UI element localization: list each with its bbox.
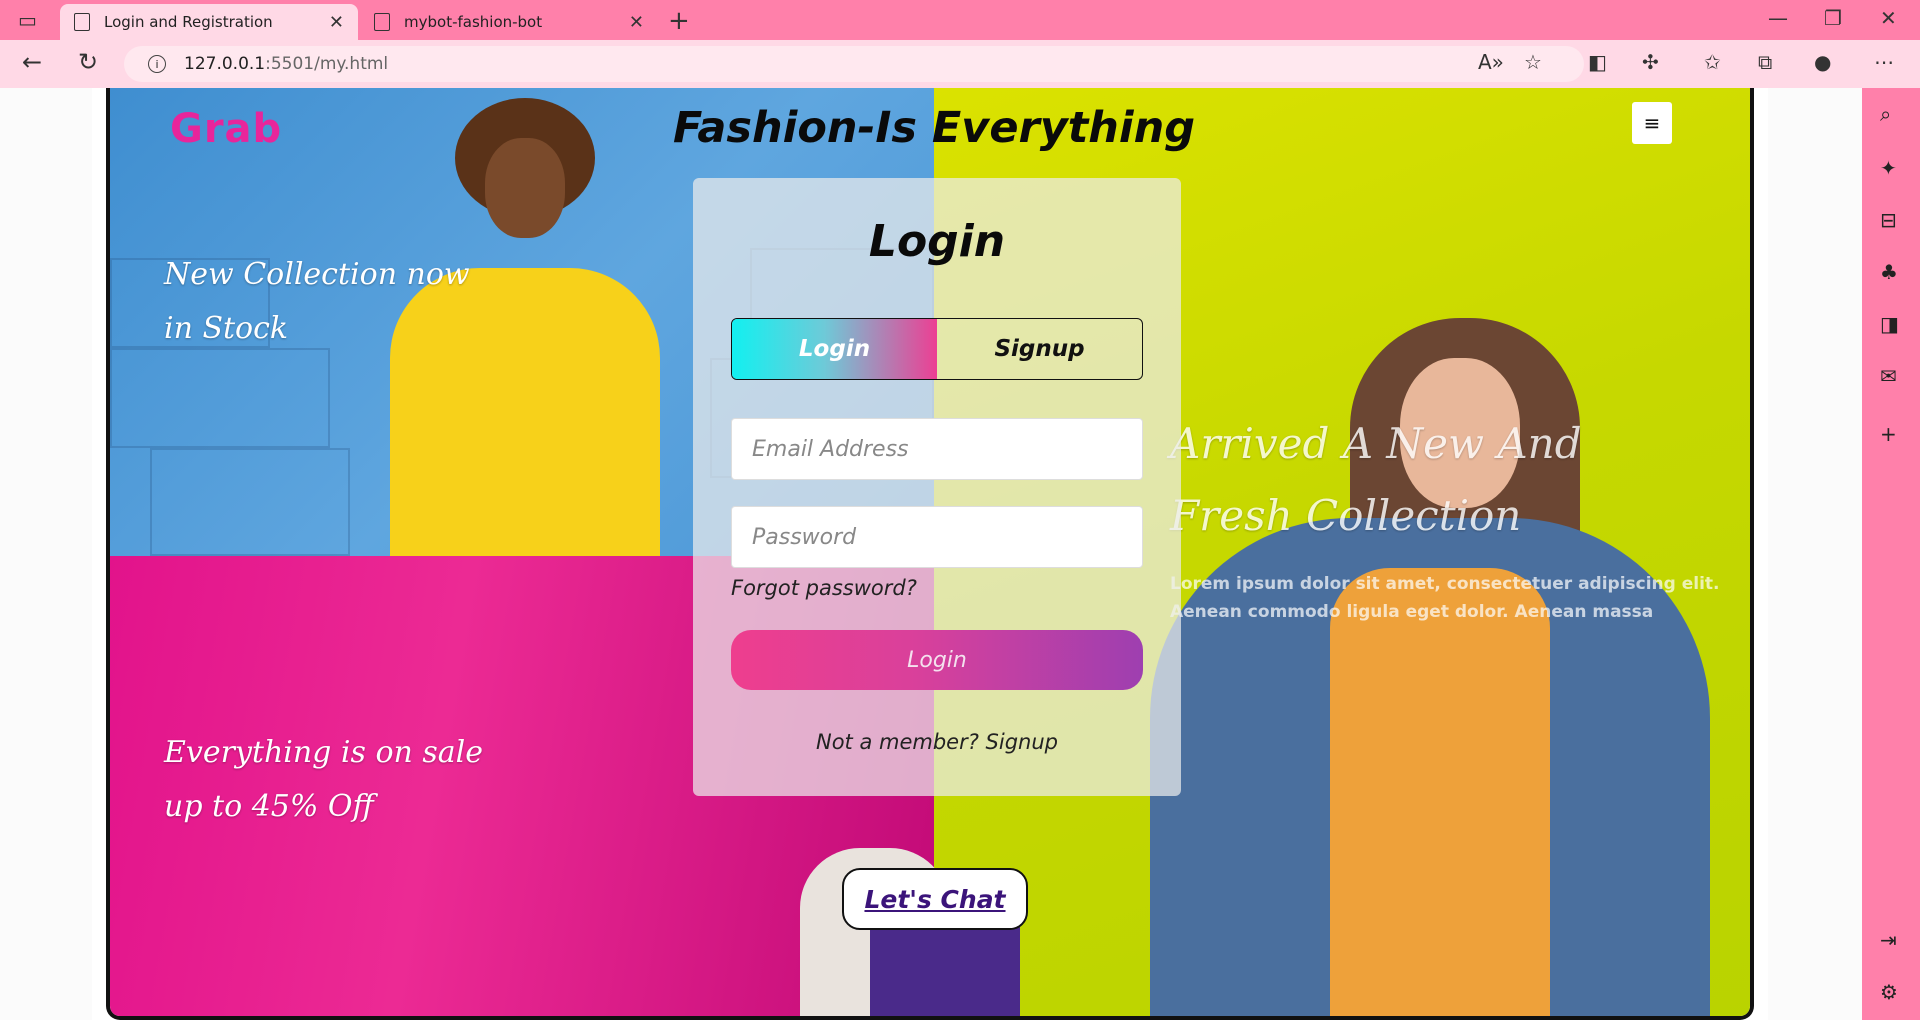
email-field-wrapper (731, 418, 1143, 480)
promo-description-line: Aenean commodo ligula eget dolor. Aenean… (1170, 602, 1654, 622)
page-icon (374, 13, 390, 31)
read-aloud-icon[interactable]: A» (1478, 50, 1504, 74)
tab-title: mybot-fashion-bot (404, 13, 543, 31)
back-icon[interactable]: ← (22, 48, 42, 76)
more-menu-icon[interactable]: ⋯ (1874, 50, 1894, 74)
password-field-wrapper (731, 506, 1143, 568)
profile-avatar-icon[interactable]: ● (1814, 50, 1831, 74)
forgot-password-link[interactable]: Forgot password? (731, 576, 917, 600)
favorite-star-icon[interactable]: ☆ (1524, 50, 1542, 74)
login-signup-toggle: Login Signup (731, 318, 1143, 380)
login-heading: Login (868, 216, 1006, 267)
promo-line: Arrived A New And (1170, 419, 1582, 468)
promo-line: in Stock (164, 311, 289, 346)
url-bar[interactable]: i 127.0.0.1:5501/my.html (124, 46, 1584, 82)
copilot-icon[interactable]: ◧ (1588, 50, 1607, 74)
login-submit-button[interactable]: Login (731, 630, 1143, 690)
games-icon[interactable]: ♣ (1880, 260, 1898, 284)
reload-icon[interactable]: ↻ (78, 48, 98, 76)
extensions-icon[interactable]: ✣ (1642, 50, 1659, 74)
sidebar-toggle-icon[interactable]: ▭ (18, 8, 37, 32)
page-viewport: Grab Fashion-Is Everything ≡ New Collect… (0, 88, 1862, 1020)
office-icon[interactable]: ◨ (1880, 312, 1899, 336)
promo-description: Lorem ipsum dolor sit amet, consectetuer… (1170, 570, 1730, 626)
restore-icon[interactable]: ❐ (1824, 6, 1842, 30)
email-field[interactable] (752, 436, 1142, 462)
toggle-login-tab[interactable]: Login (732, 319, 937, 379)
url-path: :5501/my.html (265, 54, 389, 74)
promo-line: Everything is on sale (164, 735, 483, 770)
hero-section: Grab Fashion-Is Everything ≡ New Collect… (106, 88, 1754, 1020)
promo-line: Fresh Collection (1170, 491, 1522, 540)
promo-line: New Collection now (164, 257, 470, 292)
browser-sidebar: ⌕ ✦ ⊟ ♣ ◨ ✉ + ⇥ ⚙ (1862, 88, 1920, 1020)
promo-fresh-collection: Arrived A New And Fresh Collection (1170, 408, 1582, 552)
new-tab-icon[interactable]: + (668, 6, 690, 36)
close-window-icon[interactable]: ✕ (1880, 6, 1897, 30)
promo-new-collection: New Collection now in Stock (164, 248, 470, 356)
tools-icon[interactable]: ⊟ (1880, 208, 1897, 232)
tab-mybot[interactable]: mybot-fashion-bot ✕ (360, 4, 658, 40)
favorites-icon[interactable]: ✩ (1704, 50, 1721, 74)
page-icon (74, 13, 90, 31)
add-icon[interactable]: + (1880, 422, 1897, 446)
password-field[interactable] (752, 524, 1142, 550)
address-bar-row: ← ↻ i 127.0.0.1:5501/my.html A» ☆ ◧ ✣ ✩ … (0, 40, 1920, 88)
not-member-text: Not a member? (815, 730, 979, 754)
collections-icon[interactable]: ⧉ (1758, 50, 1772, 74)
close-tab-icon[interactable]: ✕ (329, 12, 344, 33)
promo-description-line: Lorem ipsum dolor sit amet, consectetuer… (1170, 574, 1720, 594)
info-icon[interactable]: i (148, 55, 166, 73)
search-icon[interactable]: ⌕ (1880, 102, 1891, 126)
tab-bar: ▭ Login and Registration ✕ mybot-fashion… (0, 0, 1920, 40)
page-title: Fashion-Is Everything (672, 103, 1196, 153)
promo-sale: Everything is on sale up to 45% Off (164, 726, 483, 834)
tab-login[interactable]: Login and Registration ✕ (60, 4, 358, 40)
outlook-icon[interactable]: ✉ (1880, 364, 1897, 388)
tab-title: Login and Registration (104, 13, 273, 31)
signup-link[interactable]: Signup (986, 730, 1058, 754)
page-container: Grab Fashion-Is Everything ≡ New Collect… (92, 88, 1768, 1020)
settings-gear-icon[interactable]: ⚙ (1880, 980, 1898, 1004)
minimize-icon[interactable]: — (1768, 6, 1788, 30)
lets-chat-button[interactable]: Let's Chat (842, 868, 1028, 930)
toggle-signup-tab[interactable]: Signup (937, 319, 1142, 379)
promo-line: up to 45% Off (164, 789, 374, 824)
url-host: 127.0.0.1 (184, 54, 266, 74)
browser-chrome: ▭ Login and Registration ✕ mybot-fashion… (0, 0, 1920, 88)
close-tab-icon[interactable]: ✕ (629, 12, 644, 33)
hamburger-icon[interactable]: ≡ (1632, 102, 1672, 144)
hide-sidebar-icon[interactable]: ⇥ (1880, 928, 1897, 952)
signup-prompt: Not a member? Signup (693, 730, 1181, 754)
login-card: Login Login Signup Forgot password? Logi… (693, 178, 1181, 796)
copilot-sparkle-icon[interactable]: ✦ (1880, 156, 1897, 180)
